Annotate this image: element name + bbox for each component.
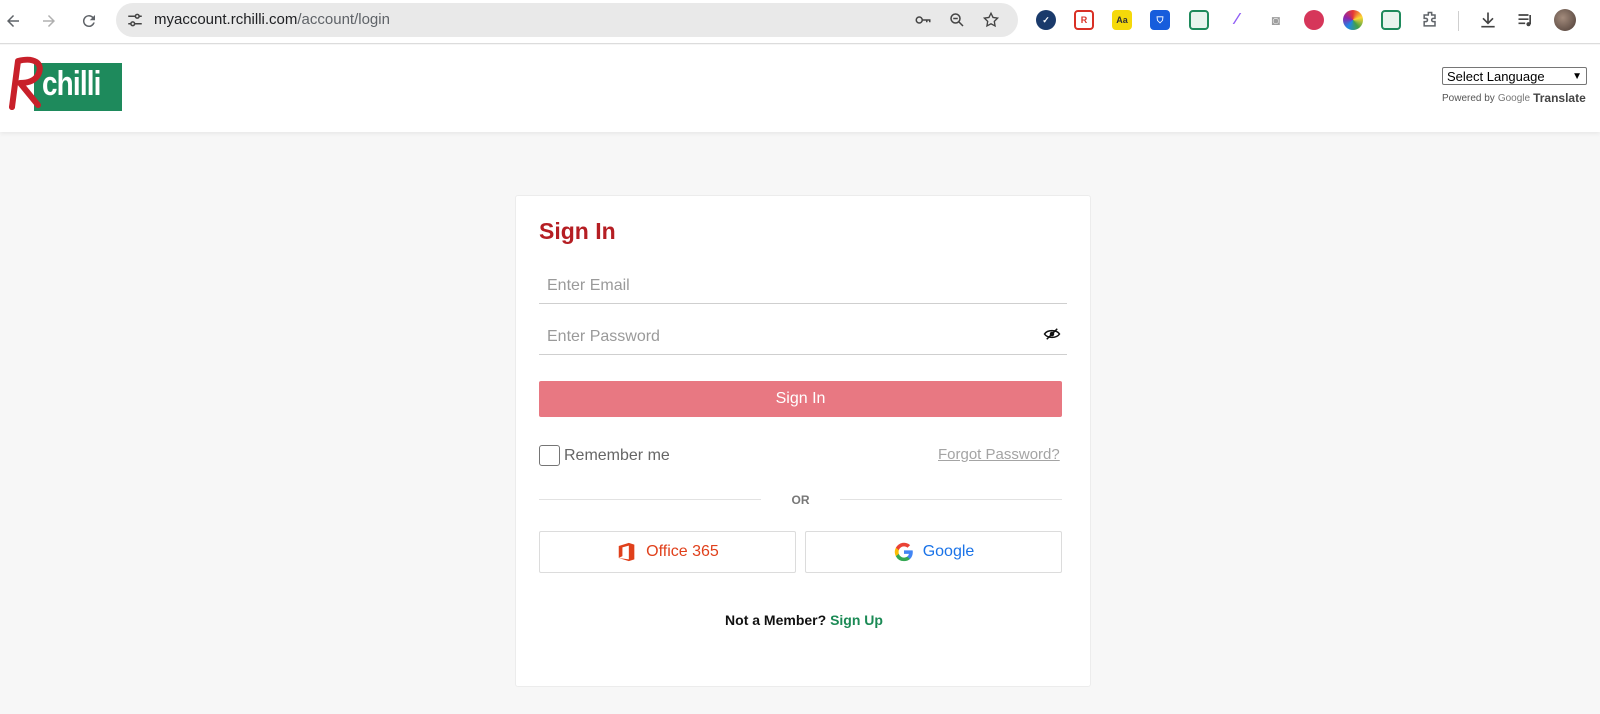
zoom-icon[interactable] <box>948 11 966 29</box>
dictionary-icon[interactable]: Aa <box>1112 10 1132 30</box>
toolbar-divider <box>1458 11 1459 31</box>
eye-slash-icon[interactable] <box>1043 327 1061 341</box>
powered-by-label: Powered by <box>1442 92 1495 104</box>
email-field[interactable] <box>539 268 1067 304</box>
signup-link[interactable]: Sign Up <box>830 612 883 628</box>
url-host: myaccount.rchilli.com <box>154 11 298 28</box>
chevron-down-icon: ▼ <box>1572 70 1582 82</box>
check-circle-icon[interactable]: ✓ <box>1036 10 1056 30</box>
signin-card: Sign In Sign In Remember me Forgot Passw… <box>515 195 1091 687</box>
not-member-text: Not a Member? <box>725 612 827 628</box>
back-button[interactable] <box>0 8 26 34</box>
address-bar[interactable]: myaccount.rchilli.com/account/login <box>116 3 1018 37</box>
download-icon[interactable] <box>1478 10 1498 30</box>
office365-button[interactable]: Office 365 <box>539 531 796 573</box>
or-divider: OR <box>539 493 1062 507</box>
rchilli-logo[interactable]: chilli <box>4 55 124 113</box>
media-control-icon[interactable] <box>1516 10 1536 30</box>
signup-prompt: Not a Member? Sign Up <box>516 612 1092 628</box>
email-input[interactable] <box>539 268 1067 303</box>
or-text: OR <box>791 493 810 507</box>
url-text: myaccount.rchilli.com/account/login <box>154 11 390 28</box>
powered-by-google: Powered by Google Translate <box>1442 91 1586 105</box>
bookmark-star-icon[interactable] <box>982 11 1000 29</box>
forward-button[interactable] <box>36 8 62 34</box>
raspberry-icon[interactable] <box>1304 10 1324 30</box>
google-icon <box>894 542 913 562</box>
language-select[interactable]: Select Language ▼ <box>1442 67 1587 85</box>
site-settings-icon[interactable] <box>126 11 144 29</box>
color-picker-icon[interactable] <box>1343 10 1363 30</box>
remember-label[interactable]: Remember me <box>564 447 670 465</box>
google-button[interactable]: Google <box>805 531 1062 573</box>
bitwarden-icon[interactable]: ⛉ <box>1150 10 1170 30</box>
reload-button[interactable] <box>76 8 102 34</box>
remember-me[interactable]: Remember me <box>539 445 670 466</box>
site-header: chilli Select Language ▼ Powered by Goog… <box>0 45 1600 132</box>
google-label: Google <box>922 543 975 560</box>
page-title: Sign In <box>539 218 616 244</box>
browser-toolbar: myaccount.rchilli.com/account/login ✓ R … <box>0 0 1600 44</box>
reload-icon <box>82 15 95 28</box>
screenshot-icon[interactable] <box>1189 10 1209 30</box>
pen-icon[interactable]: ⁄ <box>1227 10 1247 30</box>
forward-arrow-icon <box>43 15 55 27</box>
password-field[interactable] <box>539 319 1067 355</box>
back-arrow-icon <box>7 15 19 27</box>
password-input[interactable] <box>539 319 1067 354</box>
forgot-password-link[interactable]: Forgot Password? <box>938 446 1060 463</box>
signin-button[interactable]: Sign In <box>539 381 1062 417</box>
translate-link[interactable]: Translate <box>1533 91 1586 105</box>
r-icon[interactable]: R <box>1074 10 1094 30</box>
divider-line-right <box>840 499 1062 500</box>
puzzle-icon[interactable] <box>1420 10 1440 30</box>
camera-icon[interactable]: ◙ <box>1266 10 1286 30</box>
password-key-icon[interactable] <box>914 11 932 29</box>
office-icon <box>618 542 635 562</box>
url-path: /account/login <box>297 11 390 28</box>
table-capture-icon[interactable] <box>1381 10 1401 30</box>
logo-r-icon <box>9 56 43 110</box>
language-select-value: Select Language <box>1447 68 1545 84</box>
logo-text: chilli <box>42 65 101 103</box>
remember-checkbox[interactable] <box>539 445 560 466</box>
profile-avatar[interactable] <box>1554 9 1576 31</box>
office365-label: Office 365 <box>646 543 719 560</box>
google-logo-text: Google <box>1497 92 1531 104</box>
